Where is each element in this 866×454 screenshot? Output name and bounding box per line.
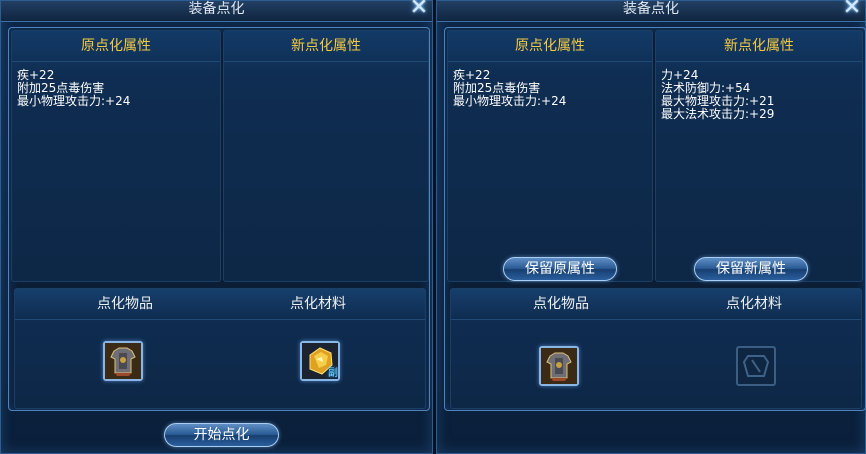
keep-new-button[interactable]: 保留新属性 [694, 257, 808, 281]
refine-body: 原点化属性 疾+22 附加25点毒伤害 最小物理攻击力:+24 新点化属性 点化… [8, 27, 430, 411]
original-attr-header: 原点化属性 [448, 31, 652, 62]
original-attr-panel: 原点化属性 疾+22 附加25点毒伤害 最小物理攻击力:+24 [11, 30, 221, 282]
keep-original-button[interactable]: 保留原属性 [503, 257, 617, 281]
armor-icon [541, 348, 577, 384]
window-titlebar[interactable]: 装备点化 [1, 1, 432, 22]
equipment-slot[interactable] [539, 346, 579, 386]
start-refine-button[interactable]: 开始点化 [164, 423, 279, 447]
new-attr-panel: 新点化属性 [223, 30, 429, 282]
material-label: 点化材料 [290, 296, 346, 312]
refine-body: 原点化属性 疾+22 附加25点毒伤害 最小物理攻击力:+24 保留原属性 新点… [444, 27, 866, 411]
armor-icon [105, 343, 141, 379]
original-attr-header: 原点化属性 [12, 31, 220, 62]
new-attr-list: 力+24 法术防御力:+54 最大物理攻击力:+21 最大法术攻击力:+29 [661, 69, 774, 121]
window-title: 装备点化 [623, 1, 679, 17]
item-label: 点化物品 [533, 296, 589, 312]
window-title: 装备点化 [188, 1, 245, 17]
original-attr-panel: 原点化属性 疾+22 附加25点毒伤害 最小物理攻击力:+24 保留原属性 [447, 30, 653, 282]
empty-slot-icon [742, 355, 770, 377]
equipment-slot[interactable] [103, 341, 143, 381]
slots-header [451, 289, 861, 320]
material-badge: 副 [328, 368, 338, 379]
left-refine-window: 装备点化 ✕ 原点化属性 疾+22 附加25点毒伤害 最小物理攻击力:+24 新… [0, 0, 433, 454]
refine-slots-panel: 点化物品 点化材料 副 [14, 288, 426, 409]
close-icon[interactable]: ✕ [408, 0, 430, 19]
stat-line: 最大法术攻击力:+29 [661, 107, 775, 121]
original-attr-list: 疾+22 附加25点毒伤害 最小物理攻击力:+24 [453, 69, 566, 108]
slots-header [15, 289, 425, 320]
material-label: 点化材料 [726, 296, 782, 312]
stat-line: 最小物理攻击力:+24 [17, 94, 131, 108]
material-slot[interactable]: 副 [300, 341, 340, 381]
new-attr-header: 新点化属性 [224, 31, 428, 62]
item-label: 点化物品 [97, 296, 153, 312]
refine-slots-panel: 点化物品 点化材料 [450, 288, 862, 409]
right-refine-window: 装备点化 ✕ 原点化属性 疾+22 附加25点毒伤害 最小物理攻击力:+24 保… [436, 0, 866, 454]
stat-line: 最小物理攻击力:+24 [453, 94, 567, 108]
material-slot[interactable] [736, 346, 776, 386]
new-attr-panel: 新点化属性 力+24 法术防御力:+54 最大物理攻击力:+21 最大法术攻击力… [655, 30, 863, 282]
window-titlebar[interactable]: 装备点化 [437, 1, 865, 22]
new-attr-header: 新点化属性 [656, 31, 862, 62]
original-attr-list: 疾+22 附加25点毒伤害 最小物理攻击力:+24 [17, 69, 130, 108]
close-icon[interactable]: ✕ [841, 0, 863, 19]
